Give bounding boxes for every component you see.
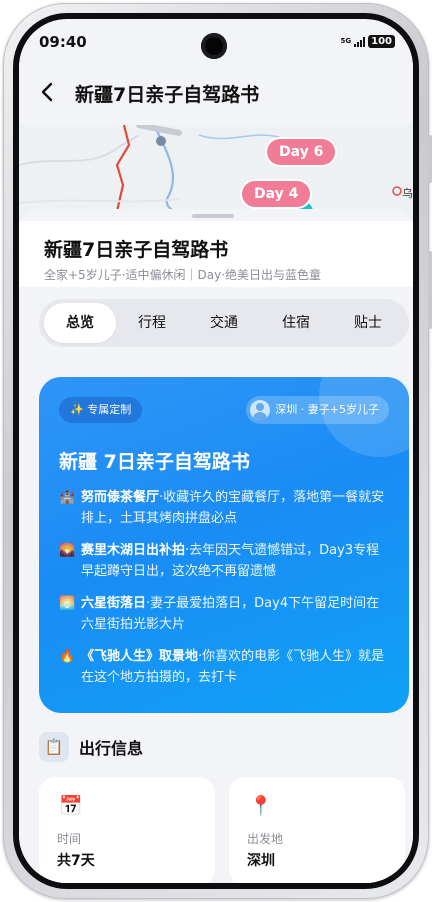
sparkle-icon: ✨ <box>70 403 84 416</box>
highlight-item: 🌄 赛里木湖日出补拍·去年因天气遗憾错过，Day3专程早起蹲守日出，这次绝不再留… <box>59 540 391 582</box>
avatar-icon <box>250 400 271 420</box>
tab-bar: 总览 行程 交通 住宿 贴士 <box>39 299 409 347</box>
info-card-departure[interactable]: 📍 出发地 深圳 <box>229 777 405 883</box>
signal-icon <box>354 36 366 47</box>
phone-frame: 09:40 5G 100 新疆7日亲子自驾路书 Day 6 Day 4 乌 新疆… <box>3 3 432 899</box>
app-header: 新疆7日亲子自驾路书 <box>19 63 413 125</box>
sunset-icon: 🌅 <box>59 596 76 611</box>
map-roads <box>19 125 402 220</box>
page-title: 新疆7日亲子自驾路书 <box>75 84 260 106</box>
bottom-sheet: 新疆7日亲子自驾路书 全家+5岁儿子·适中偏休闲｜Day·绝美日出与蓝色童 总览… <box>19 209 413 883</box>
fire-icon: 🔥 <box>59 649 76 664</box>
status-icons: 5G 100 <box>340 35 395 48</box>
power-button <box>428 251 432 329</box>
map-chip-day-6[interactable]: Day 6 <box>267 139 336 165</box>
status-time: 09:40 <box>39 33 87 51</box>
route-badge: 深圳 · 妻子+5岁儿子 <box>246 396 389 424</box>
info-card-value: 共7天 <box>57 853 95 869</box>
trip-highlight-card: ✨ 专属定制 深圳 · 妻子+5岁儿子 新疆 7日亲子自驾路书 🏰 努而傣茶餐厅… <box>39 377 409 713</box>
trip-info-header: 📋 出行信息 <box>39 731 143 763</box>
highlight-name: 六星街落日 <box>81 596 147 611</box>
location-pin-icon: 📍 <box>249 795 273 817</box>
info-card-value: 深圳 <box>247 853 275 869</box>
highlight-name: 《飞驰人生》取景地 <box>81 649 199 664</box>
status-bar: 09:40 5G 100 <box>19 19 413 63</box>
calendar-icon: 📅 <box>59 795 83 817</box>
custom-badge: ✨ 专属定制 <box>59 397 143 423</box>
highlight-item: 🔥 《飞驰人生》取景地·你喜欢的电影《飞驰人生》就是在这个地方拍摄的，去打卡 <box>59 646 391 688</box>
network-label: 5G <box>340 37 352 45</box>
trip-info-title: 出行信息 <box>79 739 144 758</box>
highlight-item: 🏰 努而傣茶餐厅·收藏许久的宝藏餐厅，落地第一餐就安排上，土耳其烤肉拼盘必点 <box>59 487 391 529</box>
map-poi-label: 乌 <box>402 187 413 200</box>
castle-icon: 🏰 <box>59 490 76 505</box>
info-card-duration[interactable]: 📅 时间 共7天 <box>39 777 215 883</box>
card-title: 新疆 7日亲子自驾路书 <box>59 451 250 473</box>
custom-badge-label: 专属定制 <box>87 403 132 416</box>
highlight-name: 努而傣茶餐厅 <box>81 490 160 505</box>
highlight-item: 🌅 六星街落日·妻子最爱拍落日，Day4下午留足时间在六星街拍光影大片 <box>59 593 391 635</box>
front-camera <box>201 33 227 59</box>
tab-overview[interactable]: 总览 <box>44 303 116 343</box>
sheet-drag-handle[interactable] <box>192 214 234 218</box>
tab-transport[interactable]: 交通 <box>188 303 260 343</box>
info-card-label: 时间 <box>57 832 82 846</box>
clipboard-icon: 📋 <box>39 732 69 762</box>
bezel: 09:40 5G 100 新疆7日亲子自驾路书 Day 6 Day 4 乌 新疆… <box>13 13 419 889</box>
tab-lodging[interactable]: 住宿 <box>260 303 332 343</box>
tab-itinerary[interactable]: 行程 <box>116 303 188 343</box>
trip-title: 新疆7日亲子自驾路书 <box>44 239 229 261</box>
sunrise-icon: 🌄 <box>59 543 76 558</box>
trip-header: 新疆7日亲子自驾路书 全家+5岁儿子·适中偏休闲｜Day·绝美日出与蓝色童 <box>19 221 413 287</box>
highlight-name: 赛里木湖日出补拍 <box>81 543 186 558</box>
tab-tips[interactable]: 贴士 <box>332 303 404 343</box>
volume-button <box>428 135 432 183</box>
route-badge-label: 深圳 · 妻子+5岁儿子 <box>275 403 379 416</box>
info-card-label: 出发地 <box>247 832 284 846</box>
route-map[interactable]: Day 6 Day 4 乌 <box>19 125 413 220</box>
trip-subtitle: 全家+5岁儿子·适中偏休闲｜Day·绝美日出与蓝色童 <box>44 268 322 282</box>
screen: 09:40 5G 100 新疆7日亲子自驾路书 Day 6 Day 4 乌 新疆… <box>19 19 413 883</box>
back-arrow-icon[interactable] <box>37 81 59 103</box>
map-chip-day-4[interactable]: Day 4 <box>242 181 311 207</box>
battery-icon: 100 <box>368 35 395 48</box>
